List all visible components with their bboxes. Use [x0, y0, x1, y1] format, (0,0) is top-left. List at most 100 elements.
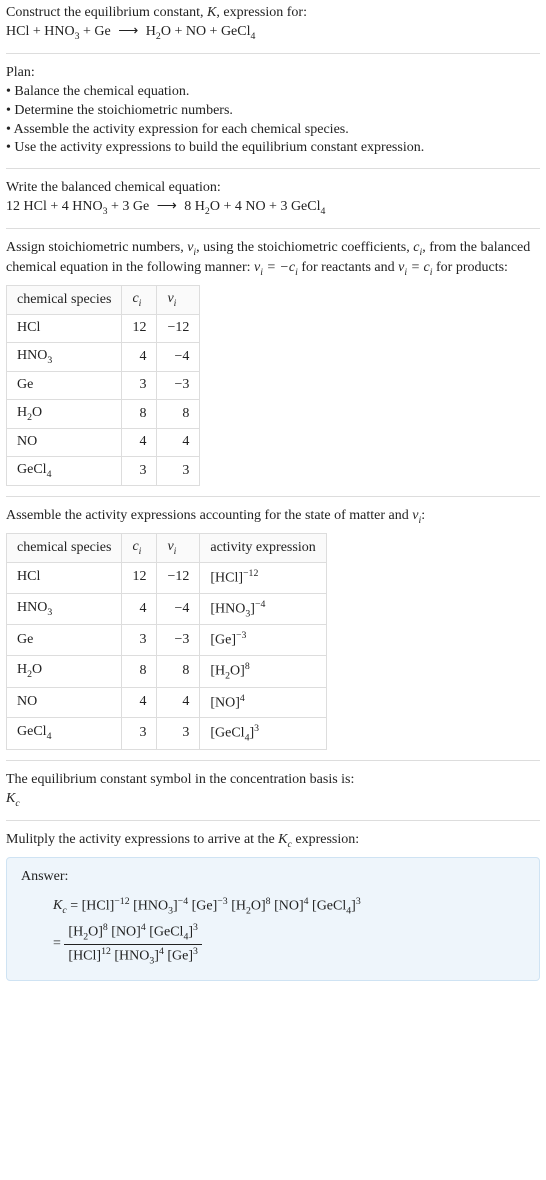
stoich-f: for products:	[433, 260, 508, 275]
answer-box: Answer: Kc = [HCl]−12 [HNO3]−4 [Ge]−3 [H…	[6, 857, 540, 981]
table-header-row: chemical species ci νi activity expressi…	[7, 534, 327, 563]
cell-vi: −12	[157, 563, 200, 594]
divider	[6, 168, 540, 169]
cell-ci: 8	[122, 400, 157, 429]
divider	[6, 53, 540, 54]
divider	[6, 496, 540, 497]
plan-item-3: • Assemble the activity expression for e…	[6, 121, 540, 140]
cell-ci: 4	[122, 343, 157, 372]
cell-ci: 4	[122, 429, 157, 457]
cell-vi: −4	[157, 593, 200, 625]
answer-label: Answer:	[21, 868, 525, 887]
cell-vi: 3	[157, 457, 200, 486]
th-ci: ci	[122, 534, 157, 563]
cell-vi: 3	[157, 718, 200, 750]
kc-text: The equilibrium constant symbol in the c…	[6, 771, 540, 790]
cell-species: HCl	[7, 315, 122, 343]
table-row: GeCl433[GeCl4]3	[7, 718, 327, 750]
cell-species: HNO3	[7, 593, 122, 625]
cell-ci: 3	[122, 625, 157, 656]
stoich-a: Assign stoichiometric numbers,	[6, 240, 187, 255]
plan-block: Plan: • Balance the chemical equation. •…	[6, 64, 540, 158]
cell-species: HNO3	[7, 343, 122, 372]
cell-ci: 3	[122, 457, 157, 486]
cell-species: HCl	[7, 563, 122, 594]
balanced-equation: 12 HCl + 4 HNO3 + 3 Ge ⟶ 8 H2O + 4 NO + …	[6, 198, 540, 218]
fraction-numerator: [H2O]8 [NO]4 [GeCl4]3	[64, 921, 202, 945]
table-row: HCl12−12[HCl]−12	[7, 563, 327, 594]
cell-vi: −12	[157, 315, 200, 343]
cell-vi: −4	[157, 343, 200, 372]
cell-activity: [HCl]−12	[200, 563, 326, 594]
unbalanced-equation: HCl + HNO3 + Ge ⟶ H2O + NO + GeCl4	[6, 24, 255, 39]
unq-rhs: H2O + NO + GeCl4	[146, 24, 256, 39]
c-symbol: ci	[413, 240, 422, 255]
cell-species: Ge	[7, 625, 122, 656]
cell-activity: [H2O]8	[200, 655, 326, 687]
cell-ci: 8	[122, 655, 157, 687]
table-row: H2O88	[7, 400, 200, 429]
cell-species: GeCl4	[7, 457, 122, 486]
rel-products: νi = ci	[398, 260, 432, 275]
table-row: H2O88[H2O]8	[7, 655, 327, 687]
multiply-text: Mulitply the activity expressions to arr…	[6, 831, 540, 851]
kc-symbol: Kc	[6, 790, 540, 810]
cell-ci: 4	[122, 593, 157, 625]
unq-lhs-1: HCl + HNO3 + Ge	[6, 24, 114, 39]
balanced-block: Write the balanced chemical equation: 12…	[6, 179, 540, 218]
rel-reactants: νi = −ci	[254, 260, 298, 275]
stoich-b: , using the stoichiometric coefficients,	[196, 240, 413, 255]
cell-species: GeCl4	[7, 718, 122, 750]
stoich-text: Assign stoichiometric numbers, νi, using…	[6, 239, 540, 279]
table-row: Ge3−3	[7, 372, 200, 400]
table-row: HNO34−4[HNO3]−4	[7, 593, 327, 625]
intro-block: Construct the equilibrium constant, K, e…	[6, 4, 540, 43]
stoich-e: for reactants and	[298, 260, 398, 275]
cell-activity: [NO]4	[200, 687, 326, 718]
reaction-arrow-icon: ⟶	[153, 198, 181, 217]
cell-species: NO	[7, 429, 122, 457]
cell-ci: 3	[122, 372, 157, 400]
cell-vi: −3	[157, 372, 200, 400]
table-row: HNO34−4	[7, 343, 200, 372]
cell-vi: −3	[157, 625, 200, 656]
kc-inline: Kc	[278, 832, 292, 847]
table-row: NO44	[7, 429, 200, 457]
cell-ci: 12	[122, 315, 157, 343]
cell-activity: [GeCl4]3	[200, 718, 326, 750]
multiply-a: Mulitply the activity expressions to arr…	[6, 832, 278, 847]
divider	[6, 228, 540, 229]
nu-symbol: νi	[187, 240, 196, 255]
answer-eq1: Kc = [HCl]−12 [HNO3]−4 [Ge]−3 [H2O]8 [NO…	[53, 895, 525, 918]
activity-table: chemical species ci νi activity expressi…	[6, 533, 327, 750]
cell-ci: 12	[122, 563, 157, 594]
th-vi: νi	[157, 534, 200, 563]
th-species: chemical species	[7, 534, 122, 563]
cell-ci: 3	[122, 718, 157, 750]
plan-item-2: • Determine the stoichiometric numbers.	[6, 102, 540, 121]
table-row: NO44[NO]4	[7, 687, 327, 718]
plan-item-4: • Use the activity expressions to build …	[6, 139, 540, 158]
plan-header: Plan:	[6, 64, 540, 83]
divider	[6, 820, 540, 821]
cell-species: NO	[7, 687, 122, 718]
table-row: Ge3−3[Ge]−3	[7, 625, 327, 656]
balanced-header: Write the balanced chemical equation:	[6, 179, 540, 198]
th-vi: νi	[157, 286, 200, 315]
table-row: GeCl433	[7, 457, 200, 486]
th-ci: ci	[122, 286, 157, 315]
stoich-table: chemical species ci νi HCl12−12 HNO34−4 …	[6, 285, 200, 486]
intro-text-1: Construct the equilibrium constant,	[6, 5, 207, 20]
th-species: chemical species	[7, 286, 122, 315]
K-symbol: K	[207, 5, 216, 20]
cell-vi: 8	[157, 400, 200, 429]
cell-vi: 4	[157, 429, 200, 457]
cell-species: H2O	[7, 400, 122, 429]
cell-ci: 4	[122, 687, 157, 718]
reaction-arrow-icon: ⟶	[114, 23, 142, 42]
divider	[6, 760, 540, 761]
fraction: [H2O]8 [NO]4 [GeCl4]3 [HCl]12 [HNO3]4 [G…	[64, 921, 202, 967]
cell-activity: [Ge]−3	[200, 625, 326, 656]
cell-species: H2O	[7, 655, 122, 687]
plan-item-1: • Balance the chemical equation.	[6, 83, 540, 102]
